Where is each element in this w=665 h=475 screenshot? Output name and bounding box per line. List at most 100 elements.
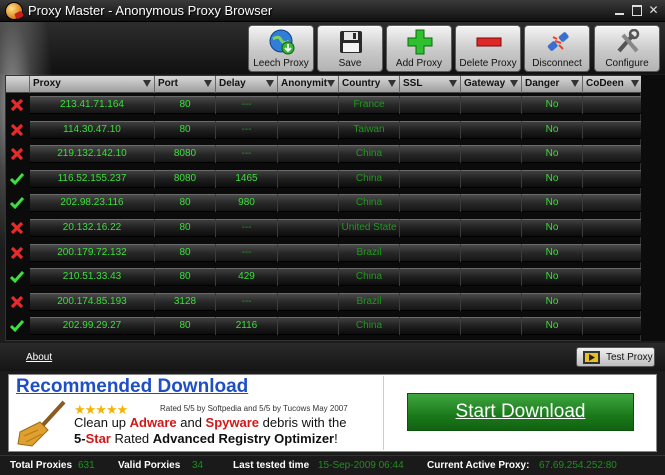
cell-delay: 429	[238, 271, 255, 283]
error-x-icon	[10, 295, 24, 308]
cell-ip: 200.179.72.132	[57, 246, 127, 258]
cell-gateway	[461, 145, 521, 163]
cell-danger: No	[545, 246, 559, 258]
grid-side-panel	[641, 75, 665, 341]
filter-icon[interactable]	[266, 80, 274, 87]
last-tested-value: 15-Sep-2009 06:44	[318, 460, 404, 471]
filter-icon[interactable]	[204, 80, 212, 87]
cell-anon	[278, 219, 338, 237]
cell-gateway	[461, 194, 521, 212]
delete-proxy-button[interactable]: Delete Proxy	[455, 25, 521, 72]
table-row[interactable]: 202.98.23.116 80 980 China No	[6, 191, 642, 215]
cell-ssl	[400, 170, 460, 188]
cell-codeen	[583, 170, 642, 188]
table-row[interactable]: 200.179.72.132 80 --- Brazil No	[6, 241, 642, 265]
error-x-icon	[10, 98, 24, 112]
filter-icon[interactable]	[388, 80, 396, 87]
floppy-disk-icon	[340, 31, 362, 53]
valid-proxies-label: Valid Porxies	[118, 460, 181, 471]
cell-ssl	[400, 317, 460, 335]
cell-codeen	[583, 317, 642, 335]
cell-codeen	[583, 219, 642, 237]
cell-codeen	[583, 121, 642, 139]
filter-icon[interactable]	[449, 80, 457, 87]
test-proxy-button[interactable]: Test Proxy	[576, 347, 655, 367]
cell-danger: No	[545, 320, 559, 332]
cell-country: China	[355, 197, 383, 209]
column-header-port[interactable]: Port	[155, 76, 216, 93]
error-x-icon	[10, 246, 24, 259]
cell-gateway	[461, 268, 521, 286]
table-row[interactable]: 20.132.16.22 80 --- United State No	[6, 216, 642, 240]
valid-proxies-value: 34	[192, 460, 204, 471]
cell-anon	[278, 170, 338, 188]
column-header-anonymity[interactable]: Anonymit	[278, 76, 339, 93]
column-header-ssl[interactable]: SSL	[400, 76, 461, 93]
column-header-danger[interactable]: Danger	[522, 76, 583, 93]
configure-label: Configure	[605, 58, 649, 69]
green-plus-icon	[407, 29, 433, 55]
filter-icon[interactable]	[327, 80, 335, 87]
cell-country: Taiwan	[353, 123, 385, 135]
status-column-header[interactable]	[6, 76, 30, 93]
ad-text-spyware: Spyware	[205, 415, 260, 430]
app-logo-icon	[5, 2, 23, 20]
error-x-icon	[10, 221, 24, 235]
check-icon	[10, 320, 24, 333]
maximize-button[interactable]	[628, 2, 645, 18]
cell-danger: No	[545, 123, 559, 135]
cell-port: 8080	[173, 172, 197, 184]
start-download-button[interactable]: Start Download	[407, 393, 634, 431]
column-label: SSL	[403, 78, 423, 89]
leech-proxy-button[interactable]: Leech Proxy	[248, 25, 314, 72]
column-header-proxy[interactable]: Proxy	[30, 76, 155, 93]
about-link[interactable]: About	[26, 352, 52, 363]
table-row[interactable]: 213.41.71.164 80 --- France No	[6, 93, 642, 117]
cell-ip: 219.132.142.10	[57, 148, 127, 160]
column-header-delay[interactable]: Delay	[216, 76, 278, 93]
active-proxy-label: Current Active Proxy:	[427, 460, 530, 471]
configure-button[interactable]: Configure	[594, 25, 660, 72]
minimize-button[interactable]	[611, 2, 628, 18]
column-header-gateway[interactable]: Gateway	[461, 76, 522, 93]
column-header-codeen[interactable]: CoDeen	[583, 76, 642, 93]
cell-anon	[278, 121, 338, 139]
last-tested-label: Last tested time	[233, 460, 310, 471]
cell-ssl	[400, 293, 460, 311]
cell-delay: ---	[241, 99, 252, 110]
column-label: Country	[342, 78, 381, 89]
table-row[interactable]: 202.99.29.27 80 2116 China No	[6, 314, 642, 338]
column-label: Danger	[525, 78, 560, 89]
filter-icon[interactable]	[631, 80, 639, 87]
ad-text: !	[334, 431, 338, 446]
add-proxy-button[interactable]: Add Proxy	[386, 25, 452, 72]
disconnect-button[interactable]: Disconnect	[524, 25, 590, 72]
cell-anon	[278, 317, 338, 335]
column-header-country[interactable]: Country	[339, 76, 400, 93]
cell-ip: 213.41.71.164	[60, 99, 124, 110]
filter-icon[interactable]	[571, 80, 579, 87]
cell-codeen	[583, 244, 642, 262]
ad-text: Clean up	[74, 415, 130, 430]
cell-port: 80	[179, 222, 191, 233]
table-row[interactable]: 219.132.142.10 8080 --- China No	[6, 142, 642, 166]
filter-icon[interactable]	[143, 80, 151, 87]
cell-delay: 1465	[235, 172, 258, 184]
table-row[interactable]: 200.174.85.193 3128 --- Brazil No	[6, 290, 642, 314]
table-row[interactable]: 114.30.47.10 80 --- Taiwan No	[6, 118, 642, 142]
unplug-icon	[547, 32, 569, 51]
table-row[interactable]: 116.52.155.237 8080 1465 China No	[6, 167, 642, 191]
error-x-icon	[10, 148, 24, 161]
cell-ssl	[400, 219, 460, 237]
close-button[interactable]: ✕	[645, 2, 662, 18]
ad-title[interactable]: Recommended Download	[16, 376, 248, 398]
cell-danger: No	[545, 295, 559, 307]
save-button[interactable]: Save	[317, 25, 383, 72]
cell-anon	[278, 293, 338, 311]
column-label: Port	[158, 78, 178, 89]
cell-anon	[278, 268, 338, 286]
proxy-grid: Proxy Port Delay Anonymit Country SSL Ga…	[5, 75, 642, 341]
cell-codeen	[583, 145, 642, 163]
filter-icon[interactable]	[510, 80, 518, 87]
table-row[interactable]: 210.51.33.43 80 429 China No	[6, 265, 642, 289]
